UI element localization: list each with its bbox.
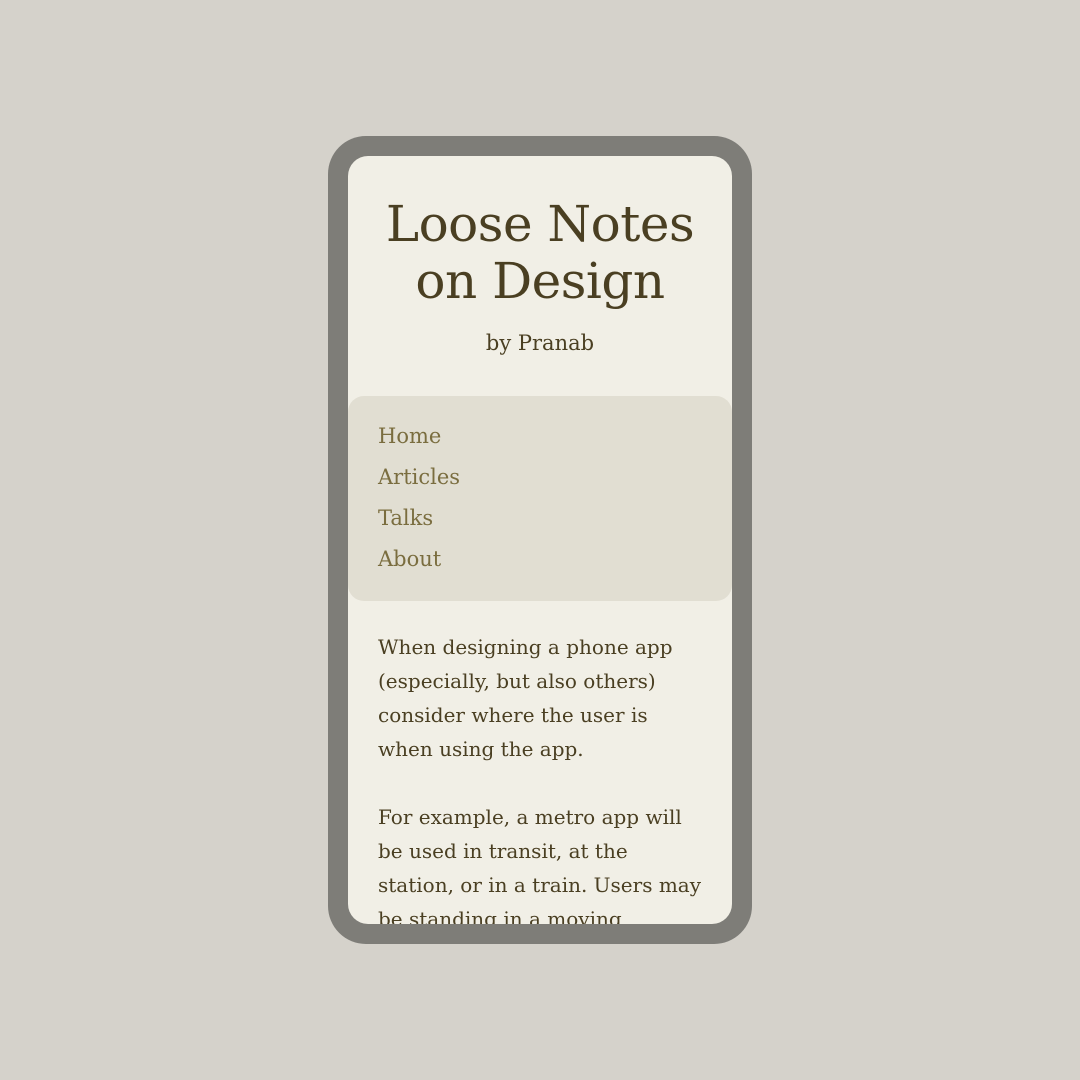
article-body: When designing a phone app (especially, …: [378, 630, 708, 924]
nav-item-home[interactable]: Home: [378, 421, 441, 451]
nav-item-articles[interactable]: Articles: [378, 462, 460, 492]
byline: by Pranab: [485, 331, 595, 355]
nav-item-talks[interactable]: Talks: [378, 503, 433, 533]
article-paragraph-1: When designing a phone app (especially, …: [378, 635, 673, 761]
site-title-line-2: on Design: [415, 252, 665, 310]
article-paragraph-2: For example, a metro app will be used in…: [378, 805, 702, 924]
nav-item-about[interactable]: About: [378, 544, 441, 574]
main-nav: Home Articles Talks About: [348, 396, 732, 601]
phone-screen: Loose Notes on Design by Pranab Home Art…: [348, 156, 732, 924]
site-title-line-1: Loose Notes: [385, 195, 695, 253]
site-title: Loose Notes on Design: [348, 196, 732, 310]
phone-frame: Loose Notes on Design by Pranab Home Art…: [328, 136, 752, 944]
